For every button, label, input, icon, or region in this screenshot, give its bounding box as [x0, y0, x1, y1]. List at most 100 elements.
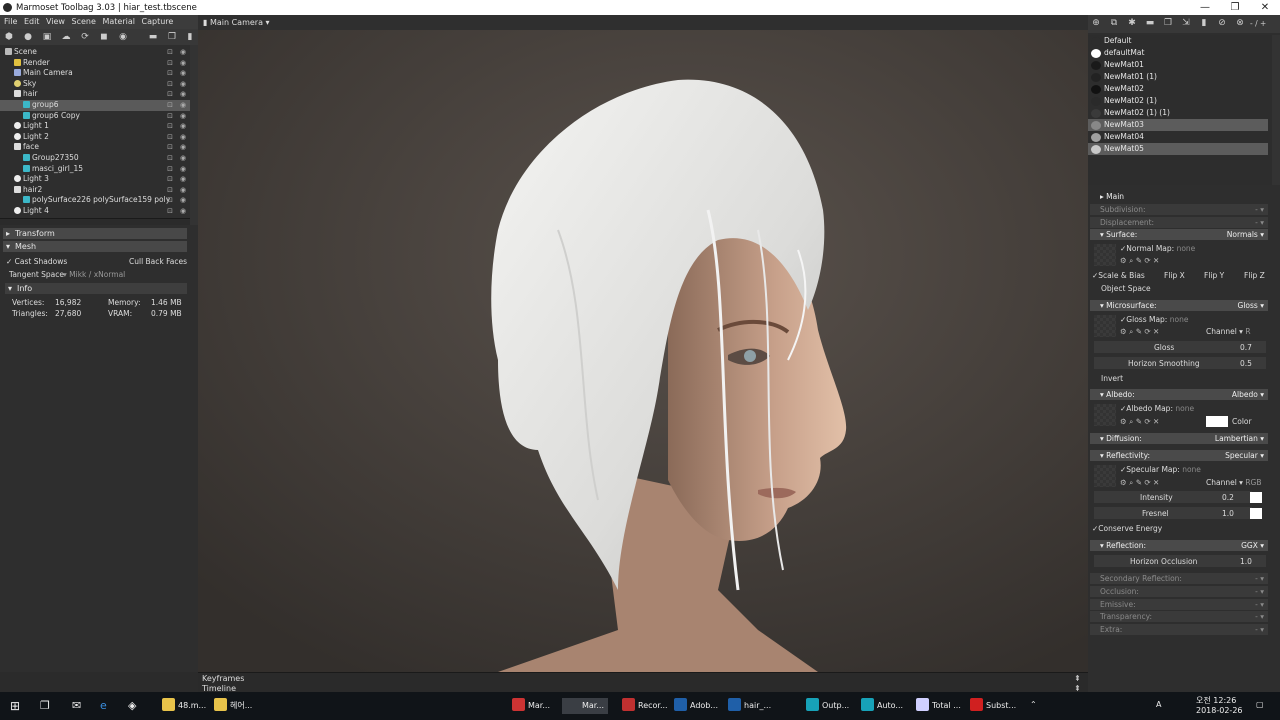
- lock-icon[interactable]: ⊡: [166, 133, 174, 141]
- lock-icon[interactable]: ⊡: [166, 112, 174, 120]
- texture-tools-icon[interactable]: ⚙ ⌕ ✎ ⟳ ✕: [1120, 417, 1159, 427]
- taskbar-app-button[interactable]: 48.m...: [158, 698, 210, 714]
- visibility-eye-icon[interactable]: ◉: [179, 175, 187, 183]
- visibility-eye-icon[interactable]: ◉: [179, 196, 187, 204]
- outliner-item[interactable]: Light 4 ⊡ ◉: [0, 206, 190, 217]
- camera-dropdown[interactable]: ▮ Main Camera ▾: [203, 18, 270, 27]
- cull-back-faces-checkbox[interactable]: Cull Back Faces: [129, 257, 187, 266]
- outliner-item[interactable]: Sky ⊡ ◉: [0, 79, 190, 90]
- outliner-item[interactable]: hair2 ⊡ ◉: [0, 185, 190, 196]
- outliner-item[interactable]: Scene ⊡ ◉: [0, 47, 190, 58]
- horizon-smoothing-value[interactable]: 0.5: [1240, 359, 1252, 368]
- start-icon[interactable]: ⊞: [10, 698, 20, 714]
- menu-edit[interactable]: Edit: [20, 15, 40, 26]
- scale-bias-checkbox[interactable]: ✓Scale & Bias: [1092, 271, 1145, 280]
- visibility-eye-icon[interactable]: ◉: [179, 80, 187, 88]
- app-icon[interactable]: ◈: [128, 698, 136, 714]
- trash-icon[interactable]: ▮: [185, 32, 195, 42]
- transparency-row[interactable]: Transparency: - ▾: [1090, 611, 1268, 622]
- outliner-item[interactable]: Light 1 ⊡ ◉: [0, 121, 190, 132]
- texture-tools-icon[interactable]: ⚙ ⌕ ✎ ⟳ ✕: [1120, 478, 1159, 488]
- microsurface-row[interactable]: ▾ Microsurface: Gloss ▾: [1090, 300, 1268, 311]
- outliner-item[interactable]: Main Camera ⊡ ◉: [0, 68, 190, 79]
- occlusion-row[interactable]: Occlusion: - ▾: [1090, 586, 1268, 597]
- material-list-item[interactable]: NewMat05: [1088, 143, 1268, 155]
- intensity-color-swatch[interactable]: [1250, 492, 1262, 503]
- add-object-icon[interactable]: ⬢: [4, 32, 14, 42]
- menu-view[interactable]: View: [42, 15, 65, 26]
- minimize-button[interactable]: —: [1190, 1, 1220, 14]
- material-list-item[interactable]: NewMat04: [1088, 131, 1268, 143]
- flip-z-checkbox[interactable]: Flip Z: [1244, 271, 1265, 280]
- taskbar-app-button[interactable]: Subst...: [966, 698, 1020, 714]
- taskbar-app-button[interactable]: 헤어...: [210, 698, 256, 714]
- material-list-item[interactable]: NewMat02: [1088, 83, 1268, 95]
- visibility-eye-icon[interactable]: ◉: [179, 143, 187, 151]
- extra-row[interactable]: Extra: - ▾: [1090, 624, 1268, 635]
- visibility-eye-icon[interactable]: ◉: [179, 133, 187, 141]
- taskbar-app-button[interactable]: Outp...: [802, 698, 853, 714]
- lock-icon[interactable]: ⊡: [166, 69, 174, 77]
- fresnel-value[interactable]: 1.0: [1222, 509, 1234, 518]
- visibility-eye-icon[interactable]: ◉: [179, 122, 187, 130]
- folder-icon[interactable]: ▬: [148, 32, 158, 42]
- notification-icon[interactable]: ▢: [1256, 700, 1264, 709]
- albedo-map-thumbnail[interactable]: [1094, 404, 1116, 426]
- gloss-value[interactable]: 0.7: [1240, 343, 1252, 352]
- diffusion-row[interactable]: ▾ Diffusion: Lambertian ▾: [1090, 433, 1268, 444]
- lock-icon[interactable]: ⊡: [166, 165, 174, 173]
- taskbar-app-button[interactable]: Auto...: [857, 698, 907, 714]
- clock-time[interactable]: 오전 12:26: [1196, 695, 1236, 706]
- visibility-eye-icon[interactable]: ◉: [179, 101, 187, 109]
- outliner-scrollbar[interactable]: [190, 45, 198, 225]
- albedo-color-swatch[interactable]: [1206, 416, 1228, 427]
- outliner-item[interactable]: face ⊡ ◉: [0, 142, 190, 153]
- texture-tools-icon[interactable]: ⚙ ⌕ ✎ ⟳ ✕: [1120, 327, 1159, 337]
- material-list-item[interactable]: NewMat02 (1): [1088, 95, 1268, 107]
- outliner-item[interactable]: group6 Copy ⊡ ◉: [0, 111, 190, 122]
- lock-icon[interactable]: ⊡: [166, 59, 174, 67]
- pin-icon[interactable]: ⇞: [1074, 674, 1081, 683]
- main-section-header[interactable]: ▸ Main: [1090, 191, 1268, 202]
- taskbar-app-button[interactable]: Recor...: [618, 698, 672, 714]
- menu-material[interactable]: Material: [98, 15, 135, 26]
- material-list-item[interactable]: NewMat02 (1) (1): [1088, 107, 1268, 119]
- add-light-icon[interactable]: ●: [23, 32, 33, 42]
- material-list-item[interactable]: NewMat01 (1): [1088, 71, 1268, 83]
- specular-map-thumbnail[interactable]: [1094, 465, 1116, 487]
- secondary-reflection-row[interactable]: Secondary Reflection: - ▾: [1090, 573, 1268, 584]
- material-list-scrollbar[interactable]: [1272, 35, 1280, 185]
- taskbar-app-button[interactable]: Mar...: [508, 698, 554, 714]
- intensity-value[interactable]: 0.2: [1222, 493, 1234, 502]
- add-turntable-icon[interactable]: ⟳: [80, 32, 90, 42]
- normal-map-thumbnail[interactable]: [1094, 244, 1116, 266]
- outliner-item[interactable]: masci_girl_15 ⊡ ◉: [0, 164, 190, 175]
- emissive-row[interactable]: Emissive: - ▾: [1090, 599, 1268, 610]
- ime-indicator[interactable]: A: [1156, 700, 1161, 709]
- subdivision-row[interactable]: Subdivision: - ▾: [1090, 204, 1268, 215]
- menu-file[interactable]: File: [0, 15, 17, 26]
- taskbar-app-button[interactable]: Mar...: [562, 698, 608, 714]
- lock-icon[interactable]: ⊡: [166, 80, 174, 88]
- horizon-occlusion-value[interactable]: 1.0: [1240, 557, 1252, 566]
- duplicate-material-icon[interactable]: ⧉: [1109, 18, 1119, 28]
- add-shadow-catcher-icon[interactable]: ◼: [99, 32, 109, 42]
- restore-button[interactable]: ❐: [1220, 1, 1250, 14]
- add-camera-icon[interactable]: ▣: [42, 32, 52, 42]
- visibility-eye-icon[interactable]: ◉: [179, 112, 187, 120]
- transform-section-header[interactable]: ▸ Transform: [3, 228, 187, 239]
- 3d-viewport[interactable]: [198, 30, 1088, 672]
- no-entry-icon[interactable]: ⊘: [1217, 18, 1227, 28]
- outliner-item[interactable]: Group27350 ⊡ ◉: [0, 153, 190, 164]
- mail-icon[interactable]: ✉: [72, 698, 81, 714]
- material-list-item[interactable]: NewMat03: [1088, 119, 1268, 131]
- assign-icon[interactable]: ⇲: [1181, 18, 1191, 28]
- specular-channel-dropdown[interactable]: Channel ▾ RGB: [1206, 478, 1262, 487]
- displacement-row[interactable]: Displacement: - ▾: [1090, 217, 1268, 228]
- add-fog-icon[interactable]: ◉: [118, 32, 128, 42]
- outliner-item[interactable]: Light 2 ⊡ ◉: [0, 132, 190, 143]
- outliner-item[interactable]: group6 ⊡ ◉: [0, 100, 190, 111]
- material-list-item[interactable]: NewMat01: [1088, 59, 1268, 71]
- object-space-checkbox[interactable]: Object Space: [1101, 284, 1151, 293]
- reflectivity-row[interactable]: ▾ Reflectivity: Specular ▾: [1090, 450, 1268, 461]
